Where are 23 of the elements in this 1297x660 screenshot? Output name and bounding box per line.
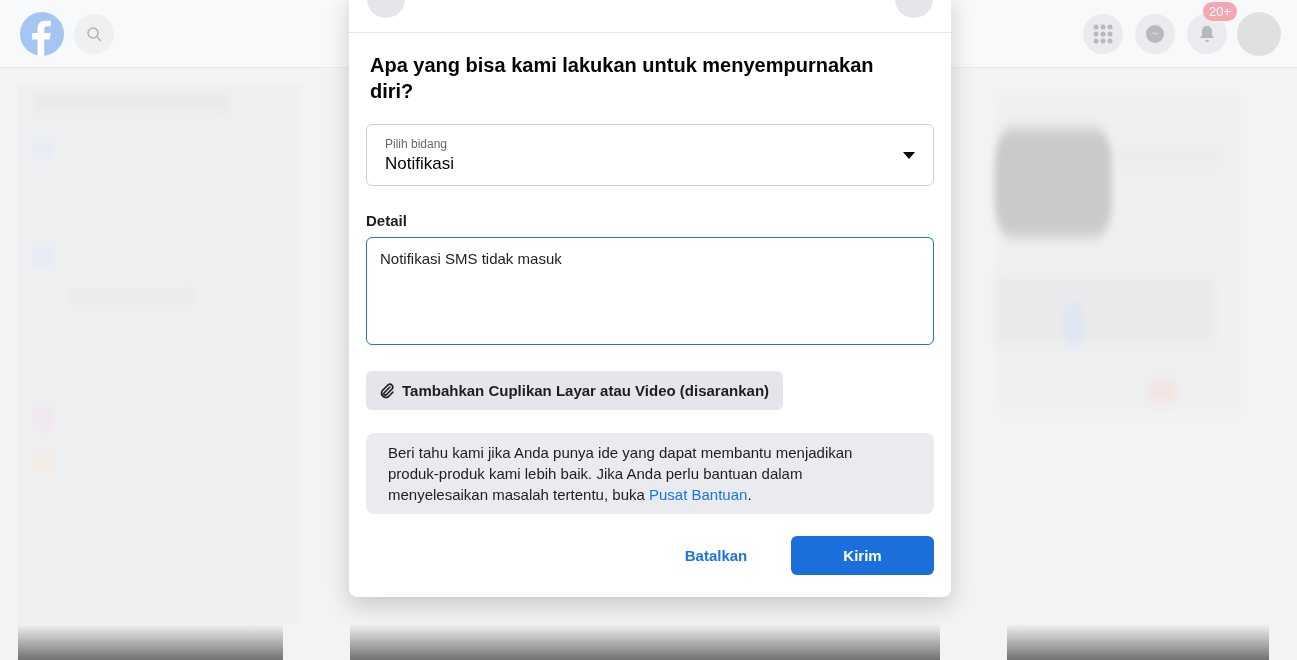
select-value: Notifikasi	[385, 153, 455, 174]
detail-label: Detail	[366, 212, 408, 229]
messenger-button[interactable]	[1135, 13, 1175, 54]
attach-button[interactable]: Tambahkan Cuplikan Layar atau Video (disarankan)	[366, 371, 784, 410]
detail-field[interactable]: Notifikasi SMS tidak masuk	[366, 237, 934, 345]
info-text: Beri tahu kami jika Anda punya ide yang dapat membantu menjadikan produk-produk kami lebih baik. Jika Anda perlu bantuan dalam menyelesaikan masalah tertentu, buka Pusat Bantuan.	[366, 433, 934, 514]
caret-icon	[903, 151, 915, 159]
logo-icon[interactable]	[20, 11, 64, 56]
cancel-button[interactable]: Batalkan	[651, 536, 781, 575]
help-center-link[interactable]: Pusat Bantuan	[649, 486, 748, 503]
paperclip-icon	[378, 381, 396, 400]
grid-icon	[1093, 23, 1113, 44]
notification-badge: 20+	[1203, 1, 1238, 21]
area-select[interactable]: Pilih bidang Notifikasi	[366, 124, 934, 186]
search-icon	[86, 25, 102, 42]
search-button[interactable]	[74, 13, 114, 54]
avatar[interactable]	[1237, 11, 1281, 56]
submit-button[interactable]: Kirim	[791, 536, 934, 575]
select-label: Pilih bidang	[385, 136, 449, 151]
dialog-heading: Apa yang bisa kami lakukan untuk menyempurnakan diri?	[370, 53, 875, 104]
apps-button[interactable]	[1083, 13, 1123, 54]
bell-icon	[1198, 24, 1216, 43]
messenger-icon	[1145, 23, 1165, 44]
